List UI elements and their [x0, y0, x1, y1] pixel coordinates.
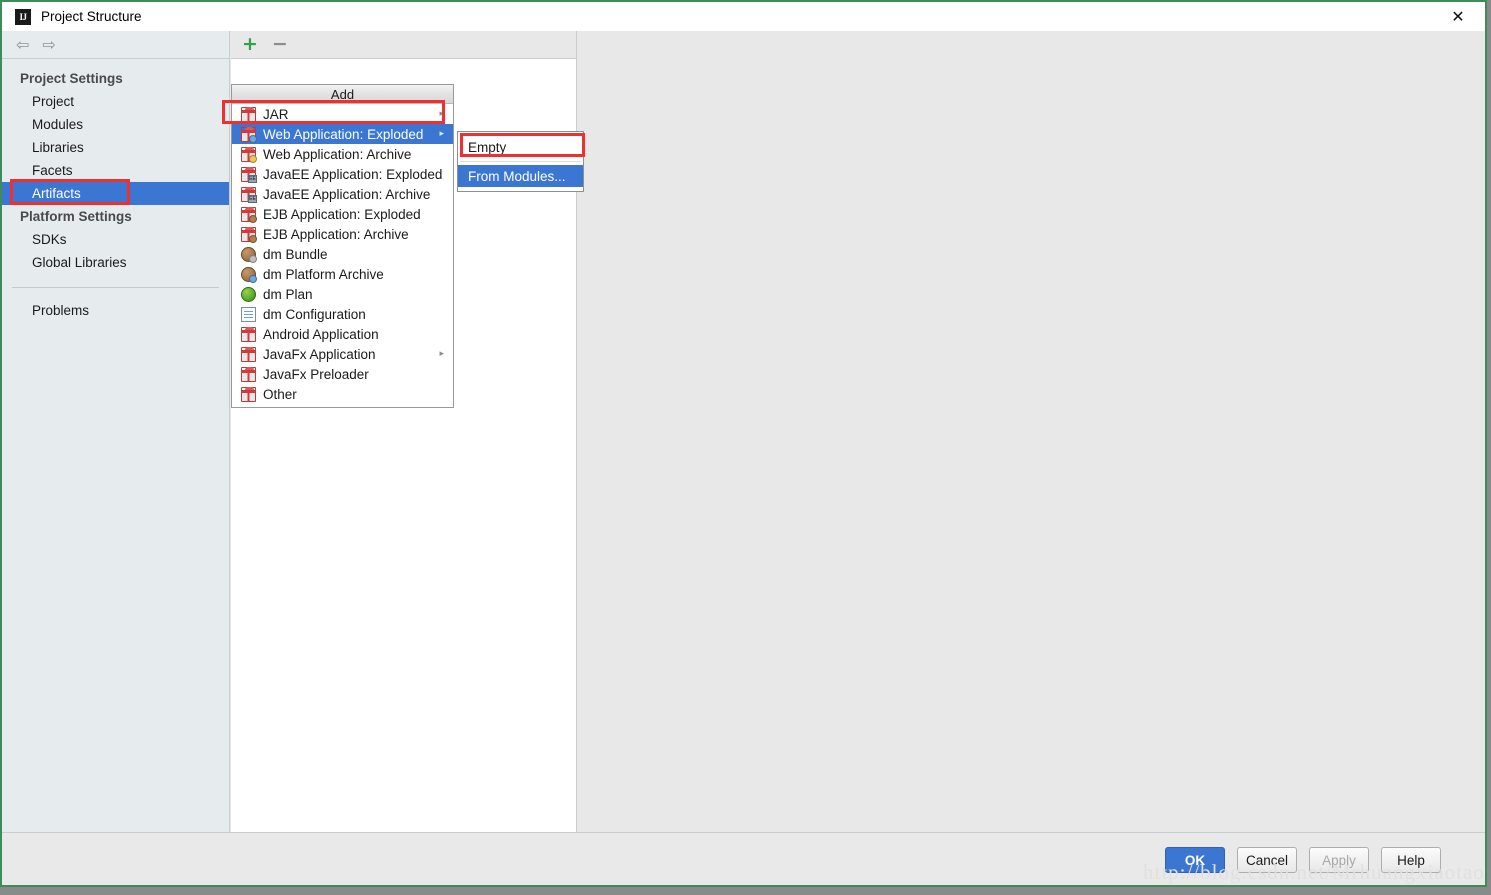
settings-sidebar: ⇦ ⇨ Project Settings Project Modules Lib…: [2, 31, 230, 832]
menu-item-other[interactable]: Other: [232, 384, 453, 404]
gift-web-icon: [241, 126, 257, 143]
forward-arrow-icon[interactable]: ⇨: [42, 36, 55, 53]
menu-item-label: Other: [263, 386, 297, 402]
sphere-icon: [241, 246, 257, 263]
menu-item-label: dm Plan: [263, 286, 313, 302]
menu-item-jar[interactable]: JAR ▸: [232, 104, 453, 124]
submenu-divider: [460, 161, 581, 162]
web-application-submenu: Empty From Modules...: [457, 131, 584, 192]
footer-buttons: OK Cancel Apply Help: [1165, 847, 1441, 873]
menu-item-label: dm Bundle: [263, 246, 328, 262]
menu-item-web-application-archive[interactable]: Web Application: Archive: [232, 144, 453, 164]
menu-item-ejb-application-archive[interactable]: EJB Application: Archive: [232, 224, 453, 244]
sidebar-item-facets[interactable]: Facets: [2, 159, 229, 182]
menu-item-web-application-exploded[interactable]: Web Application: Exploded ▸: [232, 124, 453, 144]
menu-item-javaee-application-archive[interactable]: EE JavaEE Application: Archive: [232, 184, 453, 204]
menu-item-label: JavaEE Application: Archive: [263, 186, 431, 202]
sidebar-group-platform-settings: Platform Settings: [20, 209, 132, 224]
menu-item-label: Web Application: Archive: [263, 146, 412, 162]
gift-icon: [241, 106, 256, 122]
gift-javaee-icon: EE: [241, 166, 257, 183]
gift-javaee-icon: EE: [241, 186, 257, 203]
menu-item-label: JavaEE Application: Exploded: [263, 166, 443, 182]
sidebar-item-problems[interactable]: Problems: [2, 299, 229, 322]
intellij-logo-icon: IJ: [15, 8, 31, 25]
menu-item-label: JavaFx Application: [263, 346, 376, 362]
menu-item-android-application[interactable]: Android Application: [232, 324, 453, 344]
sidebar-group-project-settings: Project Settings: [20, 71, 123, 86]
document-icon: [241, 306, 256, 322]
cancel-button[interactable]: Cancel: [1237, 847, 1297, 873]
menu-item-label: JavaFx Preloader: [263, 366, 369, 382]
help-button[interactable]: Help: [1381, 847, 1441, 873]
leaf-icon: [241, 286, 256, 302]
menu-item-dm-bundle[interactable]: dm Bundle: [232, 244, 453, 264]
gift-ejb-icon: [241, 226, 257, 243]
sidebar-item-artifacts[interactable]: Artifacts: [2, 182, 229, 205]
menu-item-label: EJB Application: Exploded: [263, 206, 421, 222]
menu-item-javaee-application-exploded[interactable]: EE JavaEE Application: Exploded: [232, 164, 453, 184]
sidebar-item-project[interactable]: Project: [2, 90, 229, 113]
menu-item-javafx-application[interactable]: JavaFx Application ▸: [232, 344, 453, 364]
apply-button: Apply: [1309, 847, 1369, 873]
menu-item-label: Android Application: [263, 326, 379, 342]
sidebar-item-sdks[interactable]: SDKs: [2, 228, 229, 251]
menu-item-label: EJB Application: Archive: [263, 226, 409, 242]
menu-item-dm-plan[interactable]: dm Plan: [232, 284, 453, 304]
menu-item-label: JAR: [263, 106, 289, 122]
add-artifact-menu: Add JAR ▸ Web Application: Exploded ▸ We…: [231, 84, 454, 408]
close-icon[interactable]: ✕: [1441, 2, 1475, 31]
gift-icon: [241, 386, 256, 402]
menu-item-dm-configuration[interactable]: dm Configuration: [232, 304, 453, 324]
project-structure-dialog: IJ Project Structure ✕ ⇦ ⇨ Project Setti…: [0, 0, 1487, 887]
submenu-item-from-modules[interactable]: From Modules...: [458, 165, 583, 187]
artifacts-toolbar: + −: [231, 31, 576, 59]
navigation-toolbar: ⇦ ⇨: [2, 31, 229, 59]
chevron-right-icon: ▸: [439, 129, 444, 139]
submenu-item-empty[interactable]: Empty: [458, 136, 583, 158]
menu-item-label: Web Application: Exploded: [263, 126, 424, 142]
menu-item-label: dm Platform Archive: [263, 266, 384, 282]
sidebar-item-modules[interactable]: Modules: [2, 113, 229, 136]
sidebar-item-global-libraries[interactable]: Global Libraries: [2, 251, 229, 274]
dialog-body: ⇦ ⇨ Project Settings Project Modules Lib…: [2, 31, 1485, 832]
sidebar-divider: [12, 287, 219, 288]
gift-ejb-icon: [241, 206, 257, 223]
add-menu-header: Add: [232, 85, 453, 104]
gift-icon: [241, 366, 256, 382]
gift-icon: [241, 346, 256, 362]
gift-icon: [241, 326, 256, 342]
menu-item-dm-platform-archive[interactable]: dm Platform Archive: [232, 264, 453, 284]
sidebar-item-libraries[interactable]: Libraries: [2, 136, 229, 159]
window-title: Project Structure: [41, 9, 142, 24]
menu-item-label: dm Configuration: [263, 306, 366, 322]
chevron-right-icon: ▸: [439, 349, 444, 359]
dialog-footer: OK Cancel Apply Help: [2, 832, 1485, 885]
menu-item-javafx-preloader[interactable]: JavaFx Preloader: [232, 364, 453, 384]
title-bar: IJ Project Structure ✕: [2, 2, 1485, 31]
remove-icon[interactable]: −: [272, 35, 288, 54]
back-arrow-icon[interactable]: ⇦: [16, 36, 29, 53]
gift-web-archive-icon: [241, 146, 257, 163]
ok-button[interactable]: OK: [1165, 847, 1225, 873]
add-icon[interactable]: +: [242, 35, 258, 54]
menu-item-ejb-application-exploded[interactable]: EJB Application: Exploded: [232, 204, 453, 224]
sphere-archive-icon: [241, 266, 257, 283]
chevron-right-icon: ▸: [439, 109, 444, 119]
